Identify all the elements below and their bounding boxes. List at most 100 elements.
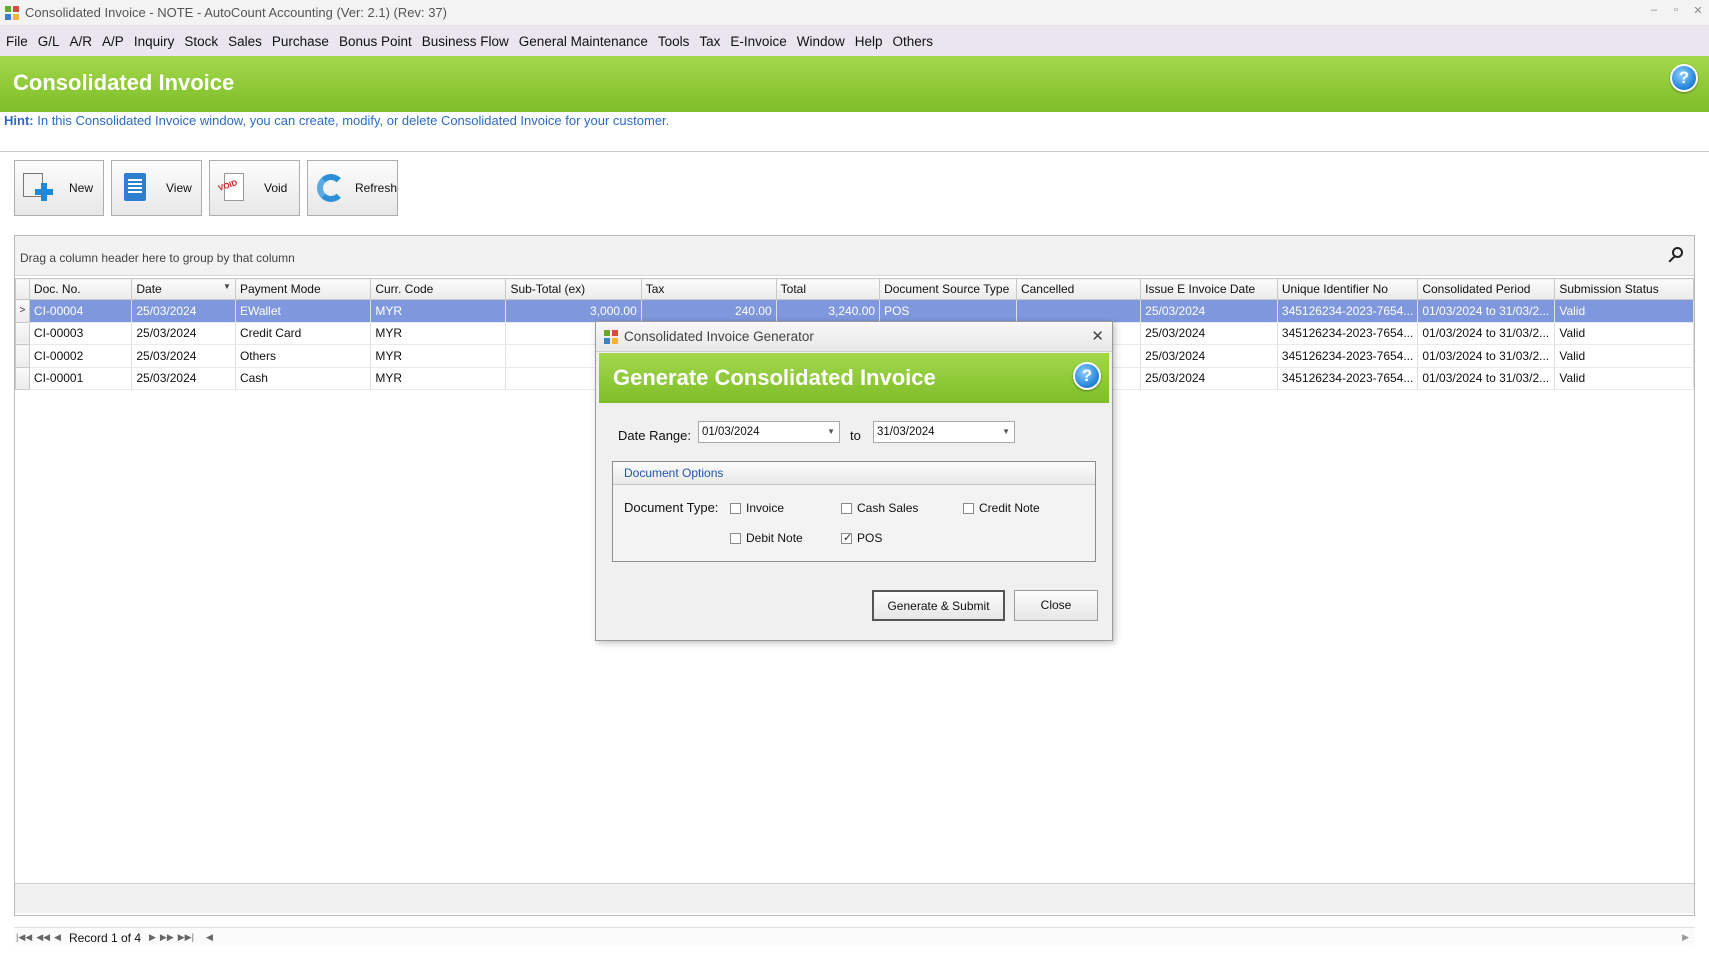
- search-icon[interactable]: [1666, 246, 1686, 266]
- cell-issue-date[interactable]: 25/03/2024: [1140, 367, 1278, 390]
- to-date-picker[interactable]: 31/03/2024 ▼: [873, 421, 1015, 443]
- menu-others[interactable]: Others: [892, 34, 933, 49]
- close-icon[interactable]: ✕: [1691, 4, 1705, 17]
- menu-bonus-point[interactable]: Bonus Point: [339, 34, 412, 49]
- cell-curr-code[interactable]: MYR: [370, 344, 507, 368]
- menu-window[interactable]: Window: [797, 34, 845, 49]
- dialog-help-icon[interactable]: ?: [1073, 362, 1101, 390]
- cell-date[interactable]: 25/03/2024: [131, 367, 236, 390]
- cell-total[interactable]: 3,240.00: [776, 299, 881, 323]
- dialog-close-icon[interactable]: ✕: [1091, 327, 1104, 345]
- prev-page-icon[interactable]: ◀◀: [36, 932, 50, 943]
- column-header-subtotal[interactable]: Sub-Total (ex): [505, 278, 642, 300]
- scroll-left-icon[interactable]: ◀: [206, 932, 213, 943]
- checkbox-box[interactable]: [963, 502, 974, 514]
- cell-status[interactable]: Valid: [1554, 299, 1694, 323]
- checkbox-invoice[interactable]: Invoice: [730, 501, 784, 515]
- cell-date[interactable]: 25/03/2024: [131, 322, 236, 345]
- cell-subtotal[interactable]: 3,000.00: [505, 299, 642, 323]
- menu-tools[interactable]: Tools: [658, 34, 690, 49]
- scroll-right-icon[interactable]: ▶: [1682, 932, 1689, 943]
- cell-payment-mode[interactable]: Cash: [235, 367, 372, 390]
- checkbox-box-checked[interactable]: [841, 531, 852, 544]
- column-header-issue-e-invoice-date[interactable]: Issue E Invoice Date: [1140, 278, 1278, 300]
- checkbox-credit-note[interactable]: Credit Note: [963, 501, 1040, 515]
- close-button[interactable]: Close: [1014, 590, 1098, 621]
- menu-business-flow[interactable]: Business Flow: [422, 34, 509, 49]
- menu-tax[interactable]: Tax: [699, 34, 720, 49]
- column-header-date[interactable]: Date ▼: [131, 278, 236, 300]
- cell-period[interactable]: 01/03/2024 to 31/03/2...: [1417, 299, 1556, 323]
- cell-curr-code[interactable]: MYR: [370, 299, 507, 323]
- cell-doc-no[interactable]: CI-00001: [29, 367, 133, 390]
- dropdown-arrow-icon[interactable]: ▼: [827, 422, 835, 442]
- cell-uid[interactable]: 345126234-2023-7654...: [1277, 367, 1419, 390]
- from-date-picker[interactable]: 01/03/2024 ▼: [698, 421, 840, 443]
- checkbox-pos[interactable]: POS: [841, 531, 882, 545]
- cell-period[interactable]: 01/03/2024 to 31/03/2...: [1417, 367, 1556, 390]
- cell-curr-code[interactable]: MYR: [370, 322, 507, 345]
- table-row[interactable]: > CI-00004 25/03/2024 EWallet MYR 3,000.…: [15, 299, 1694, 323]
- cell-payment-mode[interactable]: Credit Card: [235, 322, 372, 345]
- column-header-curr-code[interactable]: Curr. Code: [370, 278, 507, 300]
- cell-issue-date[interactable]: 25/03/2024: [1140, 299, 1278, 323]
- column-header-cancelled[interactable]: Cancelled: [1015, 278, 1142, 300]
- column-header-doc-no[interactable]: Doc. No.: [28, 278, 133, 300]
- first-record-icon[interactable]: |◀◀: [16, 932, 32, 943]
- menu-inquiry[interactable]: Inquiry: [134, 34, 175, 49]
- checkbox-box[interactable]: [841, 502, 852, 514]
- cell-status[interactable]: Valid: [1554, 344, 1694, 368]
- cell-date[interactable]: 25/03/2024: [131, 299, 236, 323]
- help-icon[interactable]: ?: [1670, 64, 1698, 92]
- menu-gl[interactable]: G/L: [38, 34, 60, 49]
- column-header-document-source-type[interactable]: Document Source Type: [879, 278, 1017, 300]
- cell-date[interactable]: 25/03/2024: [131, 344, 236, 368]
- view-button[interactable]: View: [111, 160, 202, 216]
- cell-uid[interactable]: 345126234-2023-7654...: [1277, 344, 1419, 368]
- menu-sales[interactable]: Sales: [228, 34, 262, 49]
- column-header-unique-identifier-no[interactable]: Unique Identifier No: [1276, 278, 1419, 300]
- cell-doc-no[interactable]: CI-00002: [29, 344, 133, 368]
- cell-payment-mode[interactable]: Others: [235, 344, 372, 368]
- menu-stock[interactable]: Stock: [184, 34, 218, 49]
- group-by-panel[interactable]: Drag a column header here to group by th…: [15, 236, 1694, 276]
- column-header-payment-mode[interactable]: Payment Mode: [234, 278, 372, 300]
- void-button[interactable]: VOID Void: [209, 160, 300, 216]
- prev-record-icon[interactable]: ◀: [54, 932, 61, 943]
- minimize-icon[interactable]: –: [1647, 4, 1661, 17]
- next-page-icon[interactable]: ▶▶: [160, 932, 174, 943]
- menu-file[interactable]: File: [6, 34, 28, 49]
- restore-icon[interactable]: ▫: [1669, 4, 1683, 17]
- cell-issue-date[interactable]: 25/03/2024: [1140, 344, 1278, 368]
- cell-status[interactable]: Valid: [1554, 322, 1694, 345]
- cell-source-type[interactable]: POS: [879, 299, 1017, 323]
- cell-payment-mode[interactable]: EWallet: [235, 299, 372, 323]
- cell-doc-no[interactable]: CI-00004: [29, 299, 133, 323]
- dropdown-arrow-icon[interactable]: ▼: [1002, 422, 1010, 442]
- cell-status[interactable]: Valid: [1554, 367, 1694, 390]
- cell-uid[interactable]: 345126234-2023-7654...: [1277, 322, 1419, 345]
- cell-cancelled[interactable]: [1016, 299, 1142, 323]
- cell-issue-date[interactable]: 25/03/2024: [1140, 322, 1278, 345]
- checkbox-cash-sales[interactable]: Cash Sales: [841, 501, 918, 515]
- menu-e-invoice[interactable]: E-Invoice: [730, 34, 786, 49]
- last-record-icon[interactable]: ▶▶|: [178, 932, 194, 943]
- cell-doc-no[interactable]: CI-00003: [29, 322, 133, 345]
- menu-general-maintenance[interactable]: General Maintenance: [519, 34, 648, 49]
- menu-ap[interactable]: A/P: [102, 34, 124, 49]
- cell-period[interactable]: 01/03/2024 to 31/03/2...: [1417, 322, 1556, 345]
- menu-ar[interactable]: A/R: [70, 34, 93, 49]
- checkbox-debit-note[interactable]: Debit Note: [730, 531, 803, 545]
- column-header-tax[interactable]: Tax: [640, 278, 777, 300]
- cell-uid[interactable]: 345126234-2023-7654...: [1277, 299, 1419, 323]
- cell-period[interactable]: 01/03/2024 to 31/03/2...: [1417, 344, 1556, 368]
- cell-tax[interactable]: 240.00: [641, 299, 777, 323]
- next-record-icon[interactable]: ▶: [149, 932, 156, 943]
- menu-purchase[interactable]: Purchase: [272, 34, 329, 49]
- column-header-consolidated-period[interactable]: Consolidated Period: [1417, 278, 1556, 300]
- column-header-submission-status[interactable]: Submission Status: [1554, 278, 1694, 300]
- menu-help[interactable]: Help: [855, 34, 883, 49]
- new-button[interactable]: New: [14, 160, 104, 216]
- refresh-button[interactable]: Refresh: [307, 160, 398, 216]
- checkbox-box[interactable]: [730, 532, 741, 544]
